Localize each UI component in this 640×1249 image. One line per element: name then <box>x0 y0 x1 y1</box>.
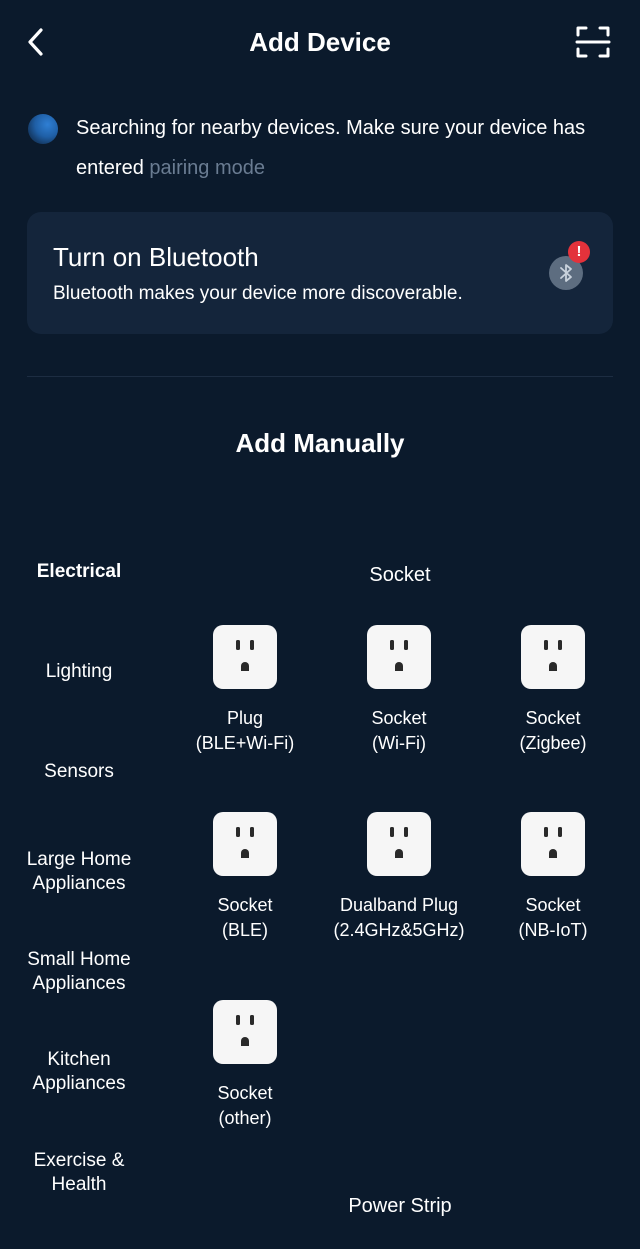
bluetooth-card[interactable]: Turn on Bluetooth Bluetooth makes your d… <box>27 212 613 334</box>
group-title-power-strip: Power Strip <box>348 1195 452 1217</box>
category-sensors[interactable]: Sensors <box>0 760 158 784</box>
device-label: Dualband Plug (2.4GHz&5GHz) <box>333 895 465 940</box>
bluetooth-alert-badge: ! <box>568 241 590 263</box>
category-lighting[interactable]: Lighting <box>0 660 158 684</box>
device-label: Socket (other) <box>217 1083 273 1128</box>
device-label: Socket (NB-IoT) <box>518 895 588 940</box>
category-exercise-health[interactable]: Exercise & Health <box>14 1149 144 1197</box>
socket-icon <box>213 625 277 689</box>
searching-spinner-icon <box>28 114 58 144</box>
socket-icon <box>521 812 585 876</box>
bluetooth-card-title: Turn on Bluetooth <box>53 242 259 272</box>
device-socket-wifi[interactable]: Socket (Wi-Fi) <box>322 625 476 756</box>
device-label: Socket (BLE) <box>217 895 273 940</box>
socket-icon <box>213 1000 277 1064</box>
socket-icon <box>213 812 277 876</box>
device-label: Socket (Wi-Fi) <box>371 708 427 753</box>
searching-status: Searching for nearby devices. Make sure … <box>28 108 618 188</box>
header: Add Device <box>0 0 640 86</box>
device-label: Socket (Zigbee) <box>519 708 587 753</box>
device-socket-other[interactable]: Socket (other) <box>168 1000 322 1131</box>
page-title: Add Device <box>249 27 391 57</box>
category-kitchen-appliances[interactable]: Kitchen Appliances <box>14 1048 144 1096</box>
searching-text: Searching for nearby devices. Make sure … <box>76 108 616 188</box>
socket-icon <box>367 625 431 689</box>
divider <box>27 376 613 377</box>
scan-icon[interactable] <box>574 23 612 61</box>
pairing-mode-link[interactable]: pairing mode <box>149 157 265 179</box>
device-plug-ble-wifi[interactable]: Plug (BLE+Wi-Fi) <box>168 625 322 756</box>
category-small-home-appliances[interactable]: Small Home Appliances <box>14 948 144 996</box>
bluetooth-card-subtitle: Bluetooth makes your device more discove… <box>53 283 463 304</box>
category-electrical[interactable]: Electrical <box>0 560 158 584</box>
device-socket-zigbee[interactable]: Socket (Zigbee) <box>476 625 630 756</box>
device-socket-nb-iot[interactable]: Socket (NB-IoT) <box>476 812 630 943</box>
socket-icon <box>367 812 431 876</box>
category-large-home-appliances[interactable]: Large Home Appliances <box>14 848 144 896</box>
group-title-socket: Socket <box>369 564 431 586</box>
device-socket-ble[interactable]: Socket (BLE) <box>168 812 322 943</box>
device-label: Plug (BLE+Wi-Fi) <box>195 708 295 753</box>
socket-icon <box>521 625 585 689</box>
add-manually-title: Add Manually <box>235 428 405 458</box>
device-dualband-plug[interactable]: Dualband Plug (2.4GHz&5GHz) <box>322 812 476 943</box>
